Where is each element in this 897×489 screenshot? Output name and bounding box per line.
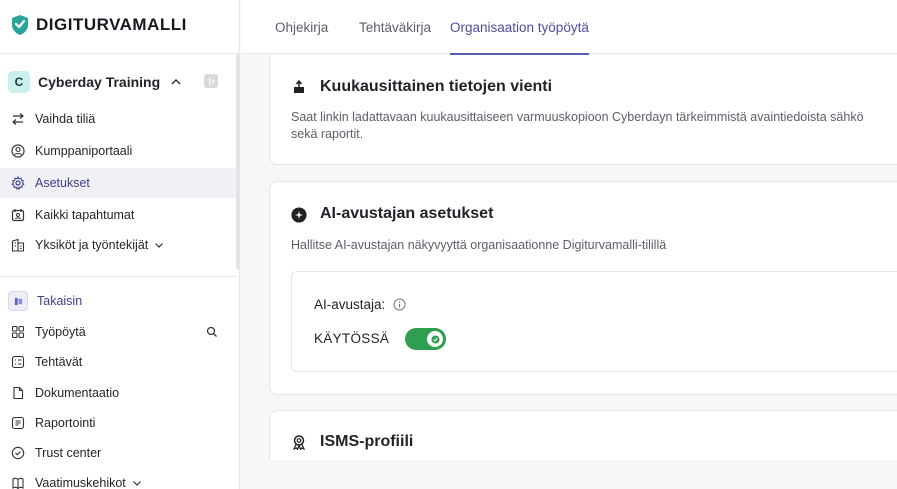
back-icon (8, 291, 28, 311)
search-icon[interactable] (206, 326, 218, 338)
tab-label: Tehtäväkirja (359, 19, 432, 35)
card-title-text: ISMS-profiili (320, 433, 414, 450)
tab-handbook[interactable]: Ohjekirja (275, 0, 328, 54)
top-tab-bar: Ohjekirja Tehtäväkirja Organisaation työ… (241, 0, 897, 55)
sidebar-item-label: Vaihda tiliä (35, 112, 96, 126)
sidebar-item-label: Yksiköt ja työntekijät (35, 238, 149, 252)
ai-sparkle-icon (291, 206, 307, 223)
sidebar-item-partner-portal[interactable]: Kumppaniportaali (0, 136, 236, 166)
org-name: Cyberday Training (38, 74, 161, 90)
frameworks-icon (11, 476, 25, 489)
chevron-down-icon (155, 243, 164, 248)
back-button[interactable]: Takaisin (0, 286, 236, 316)
dashboard-icon (11, 325, 25, 339)
sidebar-item-dashboard[interactable]: Työpöytä (0, 317, 236, 347)
tab-organisation-dashboard[interactable]: Organisaation työpöytä (450, 0, 589, 55)
sidebar-item-label: Trust center (35, 446, 102, 460)
app-root: DIGITURVAMALLI C Cyberday Training Vaihd… (0, 0, 897, 489)
partner-icon (11, 144, 25, 158)
sidebar-item-switch-account[interactable]: Vaihda tiliä (0, 104, 236, 134)
sidebar-item-label: Vaatimuskehikot (35, 476, 126, 489)
sidebar-item-label: Dokumentaatio (35, 386, 120, 400)
shield-check-icon (11, 446, 25, 460)
sidebar-item-reporting[interactable]: Raportointi (0, 408, 236, 438)
award-icon (291, 434, 307, 450)
sidebar-item-label: Tehtävät (35, 355, 83, 369)
card-description-line: sekä raportit. (291, 127, 364, 141)
sidebar-item-label: Kumppaniportaali (35, 144, 133, 158)
toggle-knob (427, 331, 443, 347)
sidebar-item-documentation[interactable]: Dokumentaatio (0, 378, 236, 408)
card-title-text: AI-avustajan asetukset (320, 205, 494, 222)
sidebar-item-label: Työpöytä (35, 325, 86, 339)
main-content: Kuukausittainen tietojen vienti Saat lin… (241, 55, 897, 460)
brand-name: DIGITURVAMALLI (36, 15, 187, 34)
card-title-text: Kuukausittainen tietojen vienti (320, 78, 553, 95)
sidebar-item-label: Kaikki tapahtumat (35, 208, 135, 222)
org-avatar: C (8, 71, 30, 93)
ai-assistant-toggle[interactable] (405, 328, 446, 350)
back-label: Takaisin (37, 294, 83, 308)
brand-logo[interactable]: DIGITURVAMALLI (10, 14, 187, 36)
ai-assistant-setting-box: AI-avustaja: KÄYTÖSSÄ (291, 271, 897, 372)
sidebar-item-frameworks[interactable]: Vaatimuskehikot (0, 468, 236, 489)
tab-task-handbook[interactable]: Tehtäväkirja (359, 0, 431, 54)
card-title: Kuukausittainen tietojen vienti (291, 78, 552, 96)
tab-label: Organisaation työpöytä (450, 19, 589, 35)
check-icon (430, 334, 440, 344)
collapse-sidebar-button[interactable] (204, 74, 218, 88)
sidebar-item-label: Asetukset (35, 176, 90, 190)
card-title: AI-avustajan asetukset (291, 205, 493, 223)
info-icon[interactable] (393, 298, 406, 311)
sidebar-item-trust-center[interactable]: Trust center (0, 438, 236, 468)
card-description: Hallitse AI-avustajan näkyvyyttä organis… (291, 238, 667, 252)
logo-shield-icon (12, 15, 28, 35)
isms-profile-card: ISMS-profiili (269, 410, 897, 460)
ai-assistant-settings-card: AI-avustajan asetukset Hallitse AI-avust… (269, 181, 897, 395)
events-icon (11, 208, 25, 222)
sidebar-scrollbar[interactable] (236, 54, 239, 269)
ai-assistant-label: AI-avustaja: (314, 297, 386, 312)
building-icon (11, 238, 25, 252)
switch-icon (11, 112, 25, 126)
card-description-line: Saat linkin ladattavaan kuukausittaiseen… (291, 110, 864, 124)
sidebar-item-tasks[interactable]: Tehtävät (0, 347, 236, 377)
report-icon (11, 416, 25, 430)
ai-assistant-status: KÄYTÖSSÄ (314, 331, 390, 346)
divider (0, 276, 236, 277)
divider (0, 53, 239, 54)
tab-label: Ohjekirja (275, 19, 329, 35)
content-bottom-area (241, 460, 897, 489)
export-icon (291, 79, 307, 95)
collapse-icon (208, 77, 215, 85)
tasks-icon (11, 355, 25, 369)
sidebar-item-settings[interactable]: Asetukset (0, 168, 236, 198)
sidebar-item-all-events[interactable]: Kaikki tapahtumat (0, 200, 236, 230)
document-icon (11, 386, 25, 400)
card-description: Saat linkin ladattavaan kuukausittaiseen… (291, 109, 864, 143)
sidebar: DIGITURVAMALLI C Cyberday Training Vaihd… (0, 0, 240, 489)
gear-icon (11, 176, 25, 190)
sidebar-item-label: Raportointi (35, 416, 96, 430)
ai-assistant-field: AI-avustaja: (314, 297, 406, 312)
monthly-export-card: Kuukausittainen tietojen vienti Saat lin… (269, 55, 897, 165)
card-title: ISMS-profiili (291, 433, 413, 451)
chevron-up-icon (171, 78, 181, 85)
org-switcher[interactable]: C Cyberday Training (8, 70, 223, 94)
chevron-down-icon (132, 481, 141, 486)
sidebar-item-units-employees[interactable]: Yksiköt ja työntekijät (0, 230, 236, 260)
